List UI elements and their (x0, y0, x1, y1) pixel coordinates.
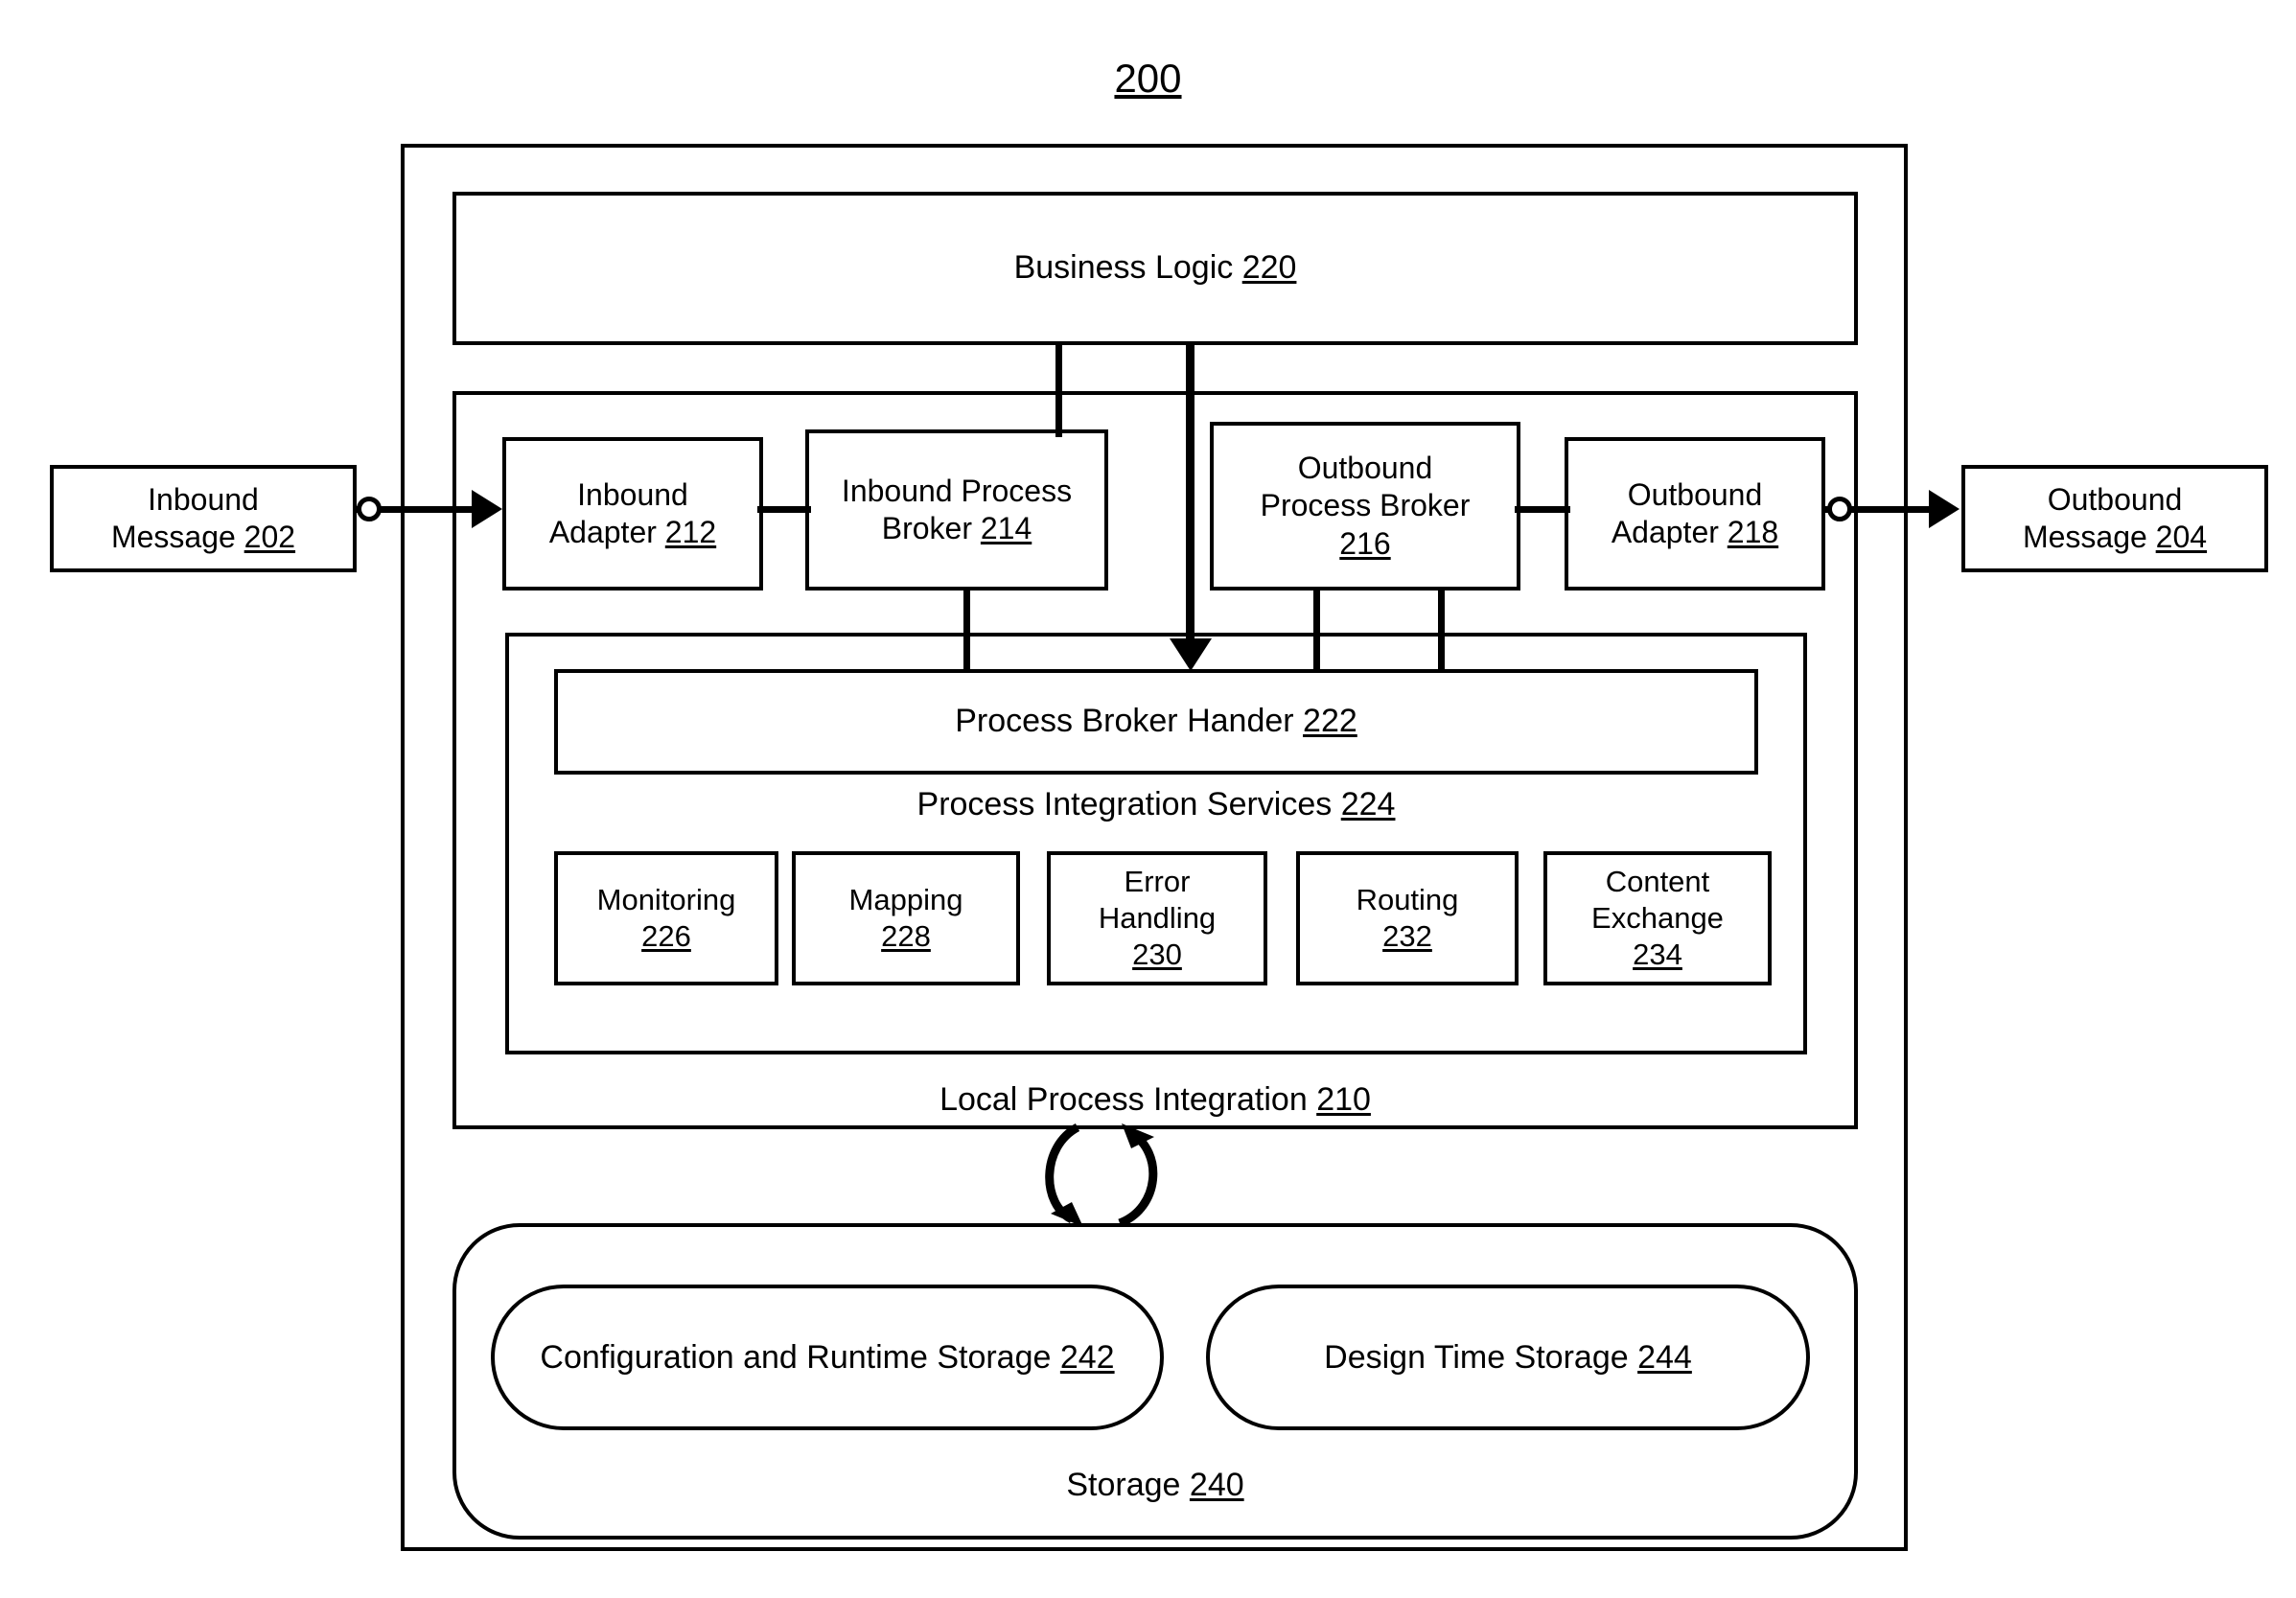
configuration-runtime-storage-box[interactable]: Configuration and Runtime Storage 242 (491, 1285, 1164, 1430)
configuration-runtime-storage-name: Configuration and Runtime Storage (540, 1338, 1052, 1376)
storage-label: Storage 240 (452, 1467, 1858, 1504)
service-monitoring-label: Monitoring 226 (597, 882, 736, 955)
business-logic-label: Business Logic 220 (1014, 248, 1297, 288)
inbound-message-line1: Inbound (148, 481, 259, 517)
service-routing-label: Routing 232 (1357, 882, 1459, 955)
service-error-handling-label: Error Handling 230 (1099, 864, 1216, 972)
outbound-message-line2: Message (2022, 520, 2147, 554)
configuration-runtime-storage-ref: 242 (1059, 1338, 1115, 1376)
figure-number-text: 200 (1114, 56, 1182, 101)
outbound-adapter-line2: Adapter (1611, 515, 1719, 549)
outbound-message-label: Outbound Message 204 (2023, 481, 2207, 556)
business-logic-name: Business Logic (1013, 249, 1234, 287)
storage-ref: 240 (1189, 1467, 1244, 1503)
outbound-adapter-line1: Outbound (1627, 476, 1763, 512)
inbound-message-label: Inbound Message 202 (111, 481, 295, 556)
service-routing-line1: Routing (1356, 883, 1459, 917)
inbound-message-line2: Message (110, 520, 236, 554)
service-mapping-ref: 228 (881, 919, 931, 953)
outbound-broker-to-adapter-line (1515, 506, 1570, 513)
process-broker-handler-ref: 222 (1303, 703, 1357, 740)
connector-port-circle-icon-in (357, 497, 382, 521)
process-broker-handler-name: Process Broker Hander (955, 703, 1294, 740)
service-routing-ref: 232 (1382, 919, 1432, 953)
outbound-process-broker-line1: Outbound (1297, 451, 1433, 486)
inbound-message-ref: 202 (244, 520, 296, 554)
service-box-mapping[interactable]: Mapping 228 (792, 851, 1020, 985)
inbound-adapter-box[interactable]: Inbound Adapter 212 (502, 437, 763, 591)
outbound-adapter-ref: 218 (1727, 515, 1779, 549)
service-monitoring-line1: Monitoring (596, 883, 736, 917)
inbound-adapter-label: Inbound Adapter 212 (549, 476, 716, 551)
inbound-process-broker-box[interactable]: Inbound Process Broker 214 (805, 429, 1108, 591)
service-content-exchange-line1: Content (1605, 865, 1710, 899)
connector-port-circle-icon-out (1827, 497, 1852, 521)
inbound-process-broker-label: Inbound Process Broker 214 (842, 473, 1072, 547)
local-process-integration-label: Local Process Integration 210 (452, 1081, 1858, 1119)
service-content-exchange-ref: 234 (1633, 937, 1682, 971)
local-process-integration-name: Local Process Integration (939, 1081, 1308, 1118)
process-broker-handler-box[interactable]: Process Broker Hander 222 (554, 669, 1758, 775)
outbound-process-broker-ref: 216 (1339, 525, 1391, 561)
inbound-process-broker-ref: 214 (980, 511, 1032, 545)
inbound-adapter-ref: 212 (664, 515, 717, 549)
bidirectional-cycle-arrow-icon (1045, 1123, 1158, 1228)
business-logic-to-handler-line (1186, 345, 1194, 652)
outbound-message-ref: 204 (2155, 520, 2208, 554)
process-integration-services-label: Process Integration Services 224 (505, 786, 1807, 823)
service-box-monitoring[interactable]: Monitoring 226 (554, 851, 778, 985)
outbound-message-line1: Outbound (2047, 481, 2183, 517)
inbound-message-box[interactable]: Inbound Message 202 (50, 465, 357, 572)
service-error-handling-ref: 230 (1132, 937, 1182, 971)
inbound-process-broker-line1: Inbound Process (841, 473, 1073, 508)
service-monitoring-ref: 226 (641, 919, 691, 953)
arrow-into-inbound-adapter-icon (472, 490, 502, 528)
outbound-adapter-box[interactable]: Outbound Adapter 218 (1565, 437, 1825, 591)
outbound-message-box[interactable]: Outbound Message 204 (1961, 465, 2268, 572)
service-box-content-exchange[interactable]: Content Exchange 234 (1543, 851, 1772, 985)
service-box-routing[interactable]: Routing 232 (1296, 851, 1519, 985)
inbound-process-broker-line2: Broker (881, 511, 972, 545)
configuration-runtime-storage-label: Configuration and Runtime Storage 242 (540, 1339, 1114, 1377)
service-mapping-label: Mapping 228 (849, 882, 963, 955)
outbound-process-broker-box[interactable]: Outbound Process Broker 216 (1210, 422, 1520, 591)
business-logic-ref: 220 (1241, 249, 1297, 287)
service-mapping-line1: Mapping (848, 883, 963, 917)
outbound-port-to-message-line (1856, 506, 1937, 513)
process-broker-handler-label: Process Broker Hander 222 (955, 702, 1357, 741)
process-integration-services-ref: 224 (1340, 786, 1396, 822)
local-process-integration-ref: 210 (1316, 1081, 1371, 1118)
business-logic-box[interactable]: Business Logic 220 (452, 192, 1858, 345)
outbound-adapter-label: Outbound Adapter 218 (1612, 476, 1778, 551)
arrow-into-outbound-message-icon (1929, 490, 1960, 528)
service-content-exchange-label: Content Exchange 234 (1591, 864, 1724, 972)
process-integration-services-name: Process Integration Services (916, 786, 1333, 822)
service-error-handling-line1: Error (1124, 865, 1191, 899)
design-time-storage-ref: 244 (1637, 1338, 1692, 1376)
inbound-adapter-line2: Adapter (548, 515, 657, 549)
inbound-port-to-adapter-line (387, 506, 479, 513)
design-time-storage-label: Design Time Storage 244 (1324, 1339, 1692, 1377)
design-time-storage-name: Design Time Storage (1324, 1338, 1629, 1376)
outbound-process-broker-line2: Process Broker (1260, 488, 1471, 523)
service-content-exchange-line2: Exchange (1591, 901, 1724, 936)
outbound-process-broker-label: Outbound Process Broker 216 (1261, 450, 1471, 562)
storage-name: Storage (1066, 1467, 1181, 1503)
inbound-adapter-to-broker-line (757, 506, 811, 513)
inbound-adapter-line1: Inbound (577, 476, 688, 512)
figure-number: 200 (0, 56, 2296, 102)
service-box-error-handling[interactable]: Error Handling 230 (1047, 851, 1267, 985)
diagram-canvas: 200 Business Logic 220 Inbound Message 2… (0, 0, 2296, 1598)
business-logic-to-inbound-broker-line (1055, 345, 1062, 437)
design-time-storage-box[interactable]: Design Time Storage 244 (1206, 1285, 1810, 1430)
service-error-handling-line2: Handling (1098, 901, 1217, 936)
